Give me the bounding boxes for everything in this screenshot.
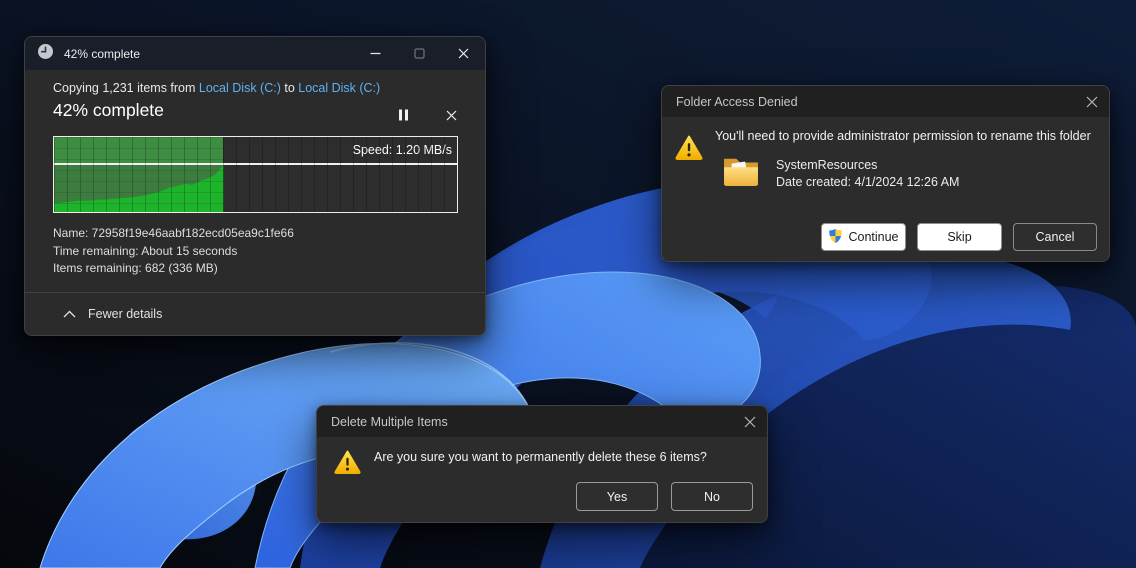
source-disk-link: Local Disk (C:) <box>198 81 281 95</box>
progress-bar: Speed: 1.20 MB/s <box>54 137 457 163</box>
folder-dialog-body: You'll need to provide administrator per… <box>662 117 1109 261</box>
chevron-up-icon <box>63 305 76 323</box>
close-button[interactable] <box>441 37 485 70</box>
maximize-icon <box>413 48 425 59</box>
continue-button[interactable]: Continue <box>821 223 906 251</box>
pause-button[interactable] <box>389 103 417 127</box>
folder-access-denied-dialog: Folder Access Denied You'll need to prov… <box>661 85 1110 262</box>
delete-dialog-title: Delete Multiple Items <box>331 414 448 429</box>
speed-label: Speed: 1.20 MB/s <box>352 143 452 157</box>
copy-speed-chart: Speed: 1.20 MB/s <box>53 136 458 213</box>
cancel-label: Cancel <box>1035 230 1075 244</box>
progress-heading: 42% complete <box>53 100 164 120</box>
clock-icon <box>37 43 54 65</box>
yes-button[interactable]: Yes <box>576 482 658 511</box>
copy-dialog-titlebar[interactable]: 42% complete <box>25 37 485 70</box>
desktop: 42% complete Copying 1,231 items from Lo… <box>0 0 1136 568</box>
speed-graph-wrap <box>54 165 457 212</box>
copy-dialog-title: 42% complete <box>64 46 141 61</box>
detail-items-remaining: Items remaining: 682 (336 MB) <box>53 261 218 275</box>
detail-time-remaining: Time remaining: About 15 seconds <box>53 243 238 258</box>
copy-details: Name: 72958f19e46aabf182ecd05ea9c1fe66 T… <box>53 225 294 278</box>
uac-shield-icon <box>828 228 843 247</box>
delete-dialog-message: Are you sure you want to permanently del… <box>374 450 707 464</box>
detail-name: Name: 72958f19e46aabf182ecd05ea9c1fe66 <box>53 226 294 240</box>
continue-label: Continue <box>848 230 899 244</box>
delete-confirmation-dialog: Delete Multiple Items Are you sure you w… <box>316 405 768 523</box>
minimize-button[interactable] <box>353 37 397 70</box>
close-icon <box>1086 96 1098 107</box>
folder-date-created: Date created: 4/1/2024 12:26 AM <box>776 175 960 189</box>
close-icon <box>744 416 756 427</box>
close-icon <box>458 48 468 59</box>
warning-icon <box>675 134 703 166</box>
skip-button[interactable]: Skip <box>917 223 1002 251</box>
folder-dialog-titlebar[interactable]: Folder Access Denied <box>662 86 1109 117</box>
destination-disk-link: Local Disk (C:) <box>298 81 381 95</box>
no-label: No <box>704 489 720 504</box>
delete-dialog-body: Are you sure you want to permanently del… <box>317 437 767 522</box>
close-icon <box>446 110 456 120</box>
yes-label: Yes <box>606 489 628 504</box>
copy-dialog-body: Copying 1,231 items from Local Disk (C:)… <box>25 70 485 335</box>
folder-dialog-close-button[interactable] <box>1075 86 1109 117</box>
copy-progress-dialog: 42% complete Copying 1,231 items from Lo… <box>24 36 486 336</box>
window-controls <box>353 37 485 70</box>
speed-graph <box>54 165 224 212</box>
cancel-button[interactable]: Cancel <box>1013 223 1097 251</box>
copying-middle: to <box>280 81 299 95</box>
progress-fill <box>54 137 224 163</box>
warning-icon <box>334 449 361 480</box>
no-button[interactable]: No <box>671 482 753 511</box>
skip-label: Skip <box>947 230 972 244</box>
folder-dialog-buttons: Continue Skip Cancel <box>821 223 1097 251</box>
cancel-copy-button[interactable] <box>437 103 465 127</box>
folder-name: SystemResources <box>776 158 878 172</box>
delete-dialog-titlebar[interactable]: Delete Multiple Items <box>317 406 767 437</box>
folder-dialog-message: You'll need to provide administrator per… <box>715 129 1091 143</box>
footer-separator <box>25 292 485 293</box>
delete-dialog-buttons: Yes No <box>576 482 753 511</box>
delete-dialog-close-button[interactable] <box>733 406 767 437</box>
fewer-details-toggle[interactable]: Fewer details <box>63 305 162 323</box>
maximize-button[interactable] <box>397 37 441 70</box>
pause-icon <box>398 109 408 121</box>
folder-icon <box>722 155 760 192</box>
copying-summary: Copying 1,231 items from Local Disk (C:)… <box>53 81 380 95</box>
fewer-details-label: Fewer details <box>88 307 163 321</box>
folder-dialog-title: Folder Access Denied <box>676 94 798 109</box>
minimize-icon <box>370 52 380 55</box>
copying-prefix: Copying 1,231 items from <box>53 81 199 95</box>
